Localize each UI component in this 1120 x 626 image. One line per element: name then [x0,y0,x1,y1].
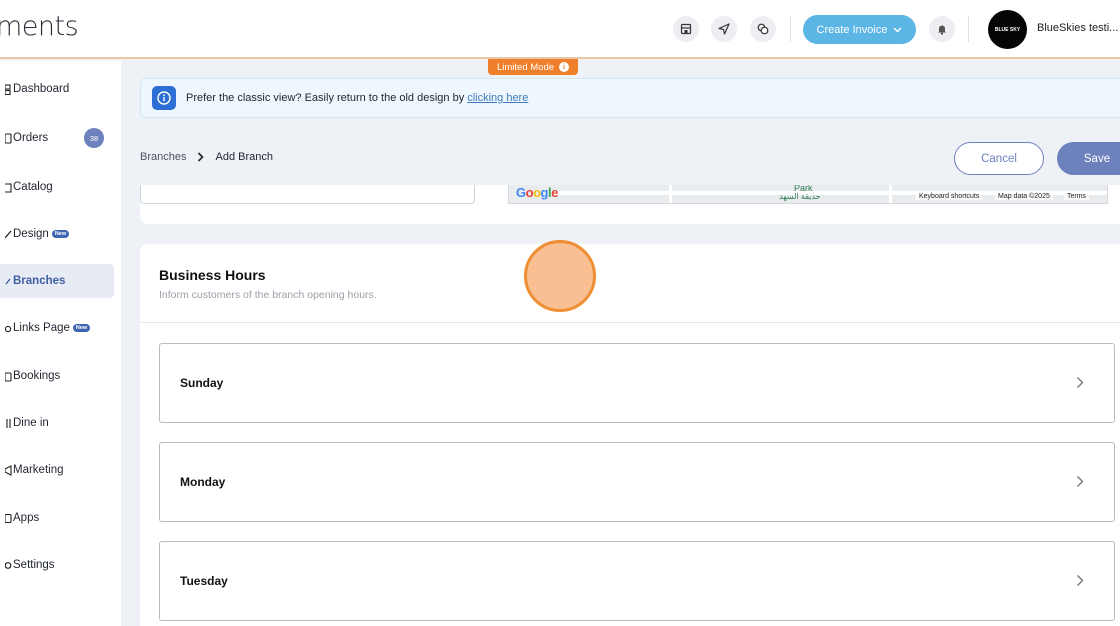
sidebar-item-label: Orders [13,132,49,144]
terms-link[interactable]: Terms [1064,193,1090,200]
sidebar-item-label: Links Page [13,322,70,334]
sidebar-item-design[interactable]: Design New [0,217,114,251]
business-hours-subtitle: Inform customers of the branch opening h… [159,289,377,301]
limited-mode-badge[interactable]: Limited Mode i [488,59,578,75]
orders-icon [0,132,13,144]
day-name: Monday [180,475,226,489]
sidebar-item-label: Marketing [13,464,64,476]
chevron-right-icon [198,152,205,162]
main-content: Google Park حديقة السهد Keyboard shortcu… [121,185,1120,626]
info-icon [152,86,176,110]
sidebar-item-links-page[interactable]: Links Page New [0,311,114,345]
banner-message: Prefer the classic view? Easily return t… [186,92,465,104]
click-indicator [524,240,596,312]
day-name: Tuesday [180,574,228,588]
avatar[interactable]: BLUE SKY [988,10,1027,49]
sidebar-item-dashboard[interactable]: Dashboard [0,72,114,106]
header-divider [968,16,969,42]
sidebar: Dashboard Orders 38 Catalog Design New B… [0,61,121,626]
dashboard-icon [0,83,13,95]
breadcrumb-current: Add Branch [215,151,273,163]
sidebar-item-orders[interactable]: Orders 38 [0,121,114,155]
map-road [669,185,672,203]
username[interactable]: BlueSkies testi... [1037,22,1118,34]
address-input[interactable] [140,185,475,204]
day-name: Sunday [180,376,224,390]
sidebar-item-settings[interactable]: Settings [0,548,114,582]
new-badge: New [51,230,70,238]
sidebar-item-label: Dashboard [13,83,70,95]
links-icon [0,323,13,334]
info-icon: i [559,62,570,72]
day-row-sunday[interactable]: Sunday [159,343,1115,423]
create-invoice-label: Create Invoice [816,23,888,36]
map-data-text: Map data ©2025 [995,193,1053,200]
chevron-down-icon [893,27,902,32]
limited-mode-label: Limited Mode [496,61,555,73]
sidebar-item-catalog[interactable]: Catalog [0,170,114,204]
keyboard-shortcuts-link[interactable]: Keyboard shortcuts [916,193,983,200]
breadcrumb: Branches Add Branch [140,151,273,163]
save-button[interactable]: Save [1057,142,1120,175]
sidebar-item-marketing[interactable]: Marketing [0,453,114,487]
cancel-button[interactable]: Cancel [954,142,1044,175]
sidebar-item-label: Bookings [13,370,61,382]
apps-icon [0,513,13,524]
sidebar-item-dine-in[interactable]: Dine in [0,406,114,440]
sidebar-item-label: Settings [13,559,55,571]
create-invoice-button[interactable]: Create Invoice [803,15,916,44]
map-park-label-ar: حديقة السهد [779,192,821,201]
translate-icon [757,23,769,35]
send-button[interactable] [711,16,737,42]
sidebar-item-label: Catalog [13,181,53,193]
divider [140,322,1120,323]
calendar-icon [0,371,13,382]
gear-icon [0,560,13,571]
chevron-right-icon [1076,574,1084,587]
sidebar-item-bookings[interactable]: Bookings [0,359,114,393]
business-hours-card: Business Hours Inform customers of the b… [140,244,1120,626]
business-hours-title: Business Hours [159,267,266,283]
location-map[interactable]: Google Park حديقة السهد Keyboard shortcu… [508,185,1108,204]
catalog-icon [0,182,13,193]
classic-view-link[interactable]: clicking here [467,92,528,104]
google-logo: Google [516,185,558,200]
sidebar-item-label: Apps [13,512,40,524]
store-icon [680,23,692,35]
send-icon [718,23,730,35]
app-logo[interactable]: ments [0,11,79,42]
day-row-tuesday[interactable]: Tuesday [159,541,1115,621]
orders-count-badge: 38 [84,128,104,148]
header-divider [790,16,791,42]
sidebar-item-label: Branches [13,275,66,287]
sidebar-item-apps[interactable]: Apps [0,501,114,535]
map-road [889,185,892,203]
new-badge: New [72,324,91,332]
sidebar-item-label: Design [13,228,49,240]
language-button[interactable] [750,16,776,42]
bell-icon [938,25,946,35]
sidebar-item-label: Dine in [13,417,49,429]
chevron-right-icon [1076,475,1084,488]
top-bar: ments Create Invoice BLUE SKY BlueSkies … [0,0,1120,59]
megaphone-icon [0,464,13,476]
breadcrumb-branches-link[interactable]: Branches [140,151,186,163]
classic-view-banner: Prefer the classic view? Easily return t… [140,78,1120,118]
sidebar-item-branches[interactable]: Branches [0,264,114,298]
branches-icon [0,276,13,287]
day-row-monday[interactable]: Monday [159,442,1115,522]
store-button[interactable] [673,16,699,42]
dine-in-icon [0,418,13,429]
notifications-button[interactable] [929,16,955,42]
chevron-right-icon [1076,376,1084,389]
design-icon [0,229,13,240]
